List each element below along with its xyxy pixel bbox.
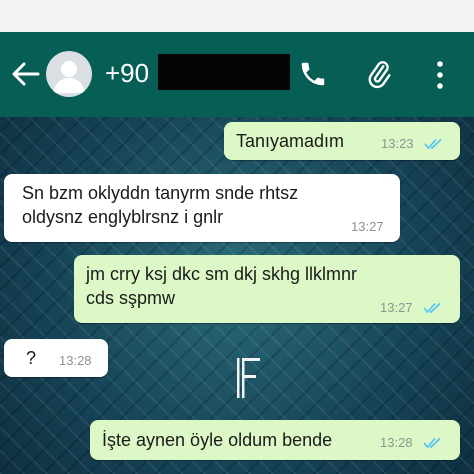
message-time: 13:23 xyxy=(381,136,414,151)
message-text-line: Sn bzm oklyddn tanyrm snde rhtsz xyxy=(22,183,299,203)
avatar[interactable] xyxy=(46,51,92,97)
arrow-left-icon[interactable] xyxy=(10,61,40,87)
redacted-phone-number xyxy=(158,54,290,90)
message-text: İşte aynen öyle oldum bende xyxy=(102,430,333,450)
message-time: 13:27 xyxy=(351,219,384,234)
default-avatar-icon xyxy=(53,61,85,93)
message-time: 13:28 xyxy=(380,435,413,450)
phone-icon[interactable] xyxy=(298,59,328,89)
chat-area[interactable]: Tanıyamadım 13:23 Sn bzm oklyddn tanyrm … xyxy=(0,117,474,474)
chat-header: +90 xyxy=(0,32,474,117)
message-incoming[interactable]: ? 13:28 xyxy=(4,339,108,377)
message-time: 13:27 xyxy=(380,300,413,315)
watermark-logo xyxy=(237,358,260,398)
message-outgoing[interactable]: Tanıyamadım 13:23 xyxy=(224,122,460,160)
message-text: ? xyxy=(26,348,37,368)
message-text-line: oldysnz englyblrsnz i gnlr xyxy=(22,207,224,227)
message-time: 13:28 xyxy=(59,353,92,368)
more-vert-icon[interactable] xyxy=(432,59,448,91)
read-receipt-icon xyxy=(423,437,441,449)
chat-screen: +90 Tanıyamadım 13:23 Sn bzm oklyddn tan… xyxy=(0,32,474,474)
message-outgoing[interactable]: İşte aynen öyle oldum bende 13:28 xyxy=(90,420,460,460)
message-incoming[interactable]: Sn bzm oklyddn tanyrm snde rhtsz oldysnz… xyxy=(4,174,400,242)
contact-name[interactable]: +90 xyxy=(105,58,149,88)
message-text: Tanıyamadım xyxy=(236,131,345,151)
message-text-line: cds sşpmw xyxy=(86,288,176,308)
message-text-line: jm crry ksj dkc sm dkj skhg llklmnr xyxy=(86,264,358,284)
message-outgoing[interactable]: jm crry ksj dkc sm dkj skhg llklmnr cds … xyxy=(74,255,460,323)
paperclip-icon[interactable] xyxy=(364,57,394,91)
read-receipt-icon xyxy=(424,138,442,150)
read-receipt-icon xyxy=(423,302,441,314)
